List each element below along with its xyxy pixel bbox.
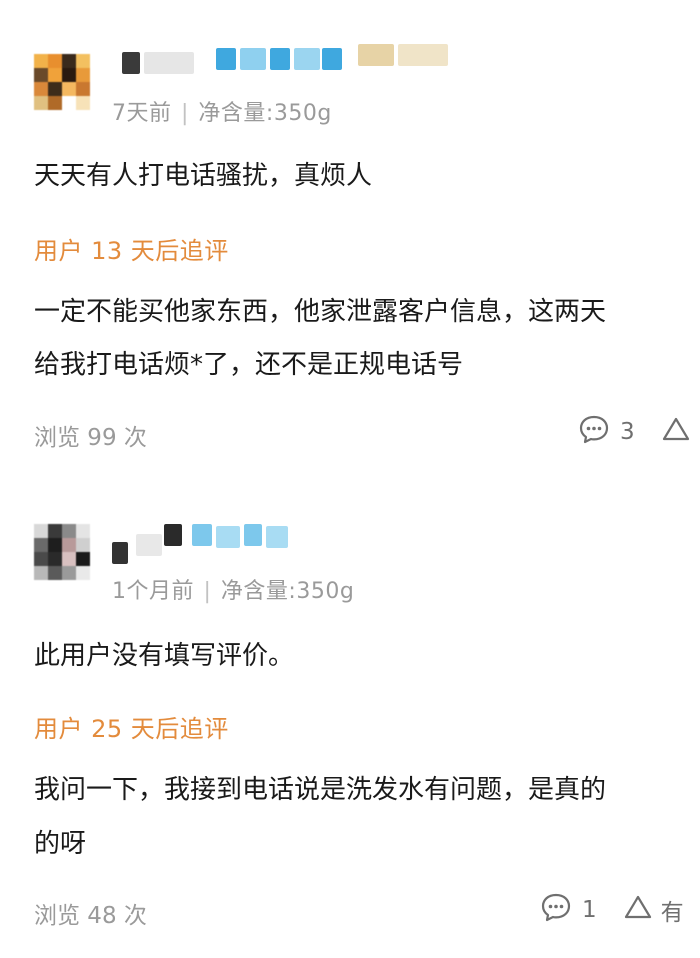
view-count: 浏览 48 次	[34, 903, 147, 929]
user-avatar[interactable]	[34, 524, 90, 580]
review-meta: 7天前 | 净含量:350g	[112, 95, 332, 127]
review-meta: 1个月前 | 净含量:350g	[112, 573, 354, 605]
like-triangle-icon[interactable]	[661, 415, 691, 449]
review-time: 7天前	[112, 101, 172, 126]
followup-label: 用户 25 天后追评	[34, 715, 229, 743]
comment-bubble-icon[interactable]	[540, 892, 572, 928]
followup-label: 用户 13 天后追评	[34, 237, 229, 265]
like-label[interactable]: 有	[661, 893, 684, 927]
like-triangle-icon[interactable]	[623, 893, 653, 927]
review-actions: 3	[578, 414, 691, 450]
review-content: 此用户没有填写评价。	[34, 641, 295, 671]
followup-content-line-2: 给我打电话烦*了，还不是正规电话号	[34, 350, 464, 380]
view-count: 浏览 99 次	[34, 425, 147, 451]
followup-content-line-2: 的呀	[34, 829, 87, 859]
review-content: 天天有人打电话骚扰，真烦人	[34, 161, 373, 191]
review-card: 7天前 | 净含量:350g 天天有人打电话骚扰，真烦人 用户 13 天后追评 …	[0, 0, 700, 470]
followup-content-line-1: 我问一下，我接到电话说是洗发水有问题，是真的	[34, 775, 607, 805]
product-spec: 净含量:350g	[220, 579, 355, 604]
comment-count[interactable]: 3	[620, 419, 635, 445]
meta-separator: |	[181, 101, 189, 126]
review-card: 1个月前 | 净含量:350g 此用户没有填写评价。 用户 25 天后追评 我问…	[0, 490, 700, 958]
user-avatar[interactable]	[34, 54, 90, 110]
meta-separator: |	[203, 579, 212, 604]
comment-bubble-icon[interactable]	[578, 414, 610, 450]
review-time: 1个月前	[112, 579, 194, 604]
product-spec: 净含量:350g	[198, 101, 332, 126]
followup-content-line-1: 一定不能买他家东西，他家泄露客户信息，这两天	[34, 297, 607, 327]
comment-count[interactable]: 1	[582, 897, 597, 923]
review-actions: 1 有	[540, 892, 684, 928]
